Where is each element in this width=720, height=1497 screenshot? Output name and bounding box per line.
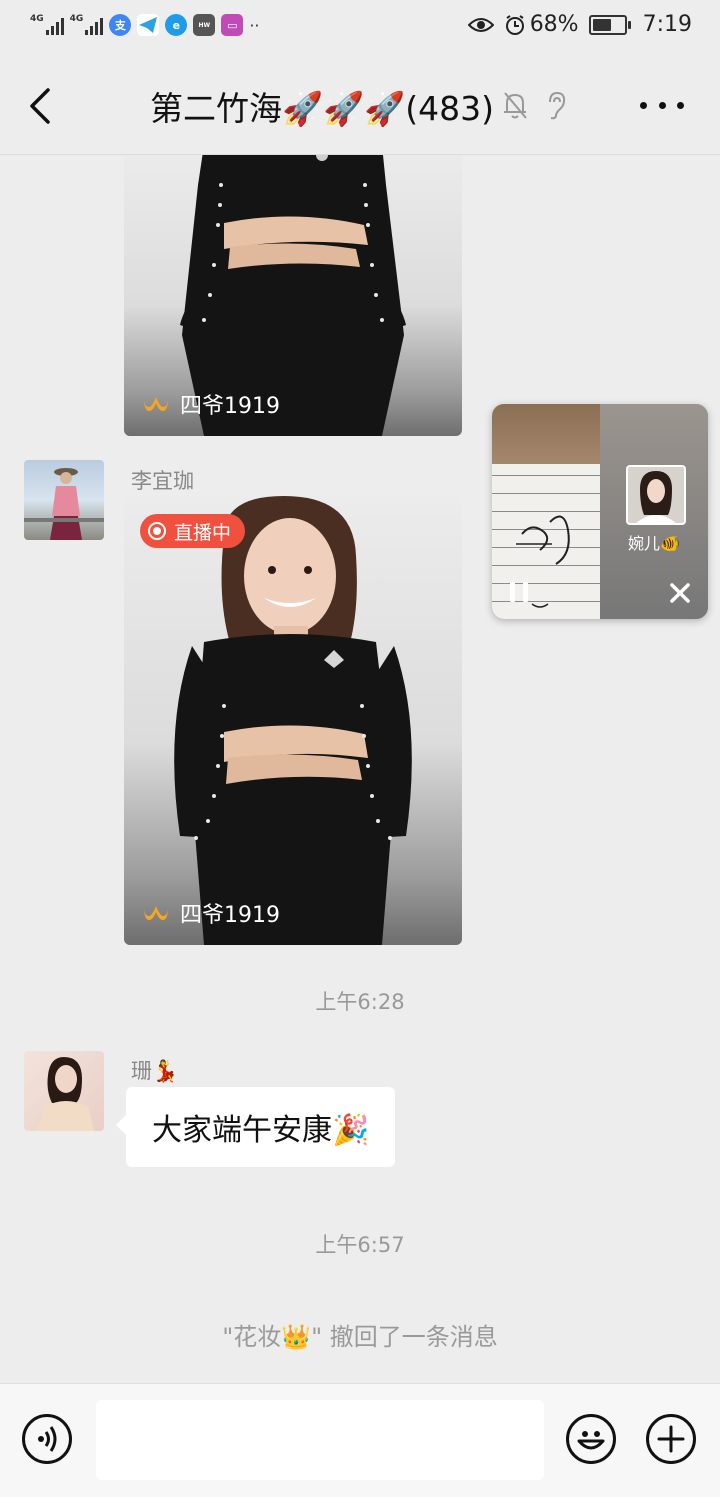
chat-title: 第二竹海🚀🚀🚀(483)	[150, 89, 495, 128]
alarm-icon	[505, 14, 524, 35]
avatar[interactable]	[24, 460, 104, 540]
pause-icon[interactable]	[510, 582, 528, 602]
back-arrow-icon[interactable]	[26, 84, 66, 128]
battery-percent: 68%	[529, 12, 579, 37]
message-timestamp: 上午6:57	[315, 1233, 405, 1257]
live-card-footer: 四爷1919	[142, 388, 280, 420]
message-bubble[interactable]: 大家端午安康🎉	[115, 1087, 396, 1167]
mute-bell-icon	[504, 92, 527, 119]
input-bar	[0, 1383, 720, 1497]
live-card-footer: 四爷1919	[142, 897, 280, 929]
live-dot-icon	[148, 522, 166, 540]
status-bar: 4G 4G 支 e HW ▭ ·· 68% 7:19	[0, 0, 720, 58]
alipay-icon: 支	[109, 14, 132, 36]
live-badge: 直播中	[140, 514, 246, 548]
live-host-name: 四爷1919	[180, 394, 280, 419]
channels-logo-icon	[144, 906, 168, 920]
more-icon[interactable]	[640, 88, 684, 122]
app-icon: ▭	[221, 14, 244, 36]
signal-icon: 4G	[30, 15, 64, 35]
huawei-appgallery-icon: HW	[193, 14, 216, 36]
chat-header: 第二竹海🚀🚀🚀(483)	[0, 58, 720, 155]
channels-logo-icon	[144, 397, 168, 411]
live-badge-label: 直播中	[174, 521, 232, 544]
eye-icon	[467, 17, 494, 32]
plus-icon[interactable]	[646, 1414, 696, 1464]
recall-notice: "花妆👑" 撤回了一条消息	[222, 1323, 498, 1351]
signal-icon-2: 4G	[70, 15, 104, 35]
avatar-photo	[24, 468, 104, 540]
voice-icon[interactable]	[22, 1414, 72, 1464]
browser-icon: e	[165, 14, 188, 36]
floating-live-window[interactable]: 婉儿🐠	[492, 404, 708, 619]
floating-host-name: 婉儿🐠	[628, 534, 680, 553]
live-host-name: 四爷1919	[180, 903, 280, 928]
floating-host-avatar	[626, 465, 686, 525]
battery-icon	[588, 14, 631, 35]
clock: 7:19	[642, 12, 692, 37]
close-icon[interactable]	[668, 581, 692, 605]
channels-live-card[interactable]: 直播中 四爷1919	[124, 496, 462, 945]
ear-icon[interactable]	[540, 88, 570, 122]
avatar[interactable]	[24, 1051, 104, 1131]
avatar-photo	[38, 1057, 94, 1131]
message-list[interactable]: 四爷1919 李宜珈 直播中 四爷1919 上午6:28 珊💃 大家端午安康🎉 …	[0, 155, 720, 1383]
message-text: 大家端午安康🎉	[152, 1113, 370, 1148]
host-photo	[174, 496, 412, 945]
status-left: 4G 4G 支 e HW ▭ ··	[30, 14, 259, 36]
message-timestamp: 上午6:28	[315, 990, 405, 1014]
status-right: 68% 7:19	[467, 12, 692, 37]
sender-name: 李宜珈	[131, 469, 194, 493]
channels-live-card[interactable]: 四爷1919	[124, 155, 462, 436]
message-input[interactable]	[96, 1400, 544, 1480]
handwriting-scribble	[516, 515, 570, 608]
telegram-icon	[137, 14, 160, 36]
emoji-icon[interactable]	[566, 1414, 616, 1464]
sender-name: 珊💃	[131, 1059, 179, 1083]
status-overflow: ··	[249, 15, 260, 35]
network-type: 4G	[30, 14, 44, 24]
network-type-2: 4G	[69, 14, 84, 24]
